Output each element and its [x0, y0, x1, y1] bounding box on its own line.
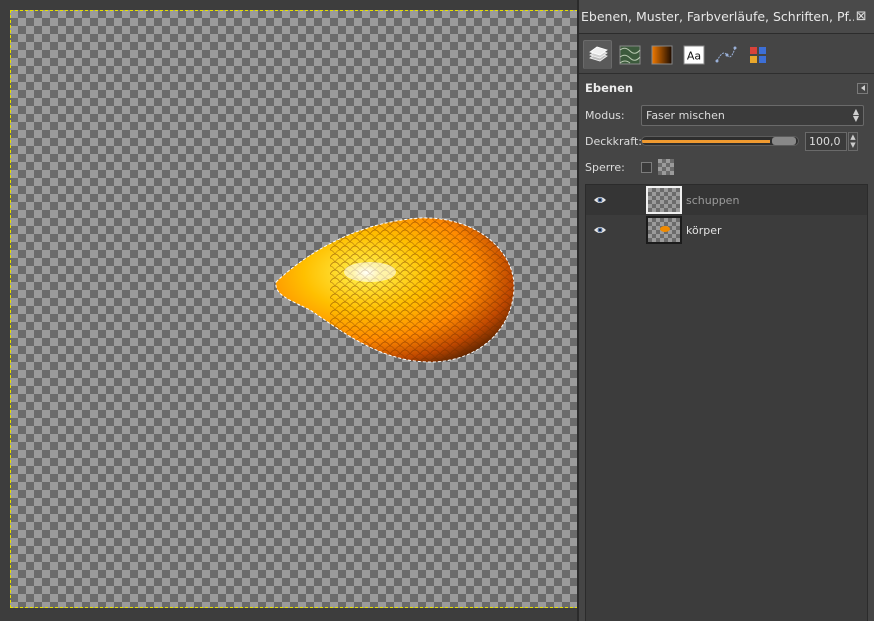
opacity-label: Deckkraft:	[585, 134, 642, 148]
dock-title: Ebenen, Muster, Farbverläufe, Schriften,…	[581, 9, 855, 24]
opacity-slider[interactable]	[641, 136, 799, 146]
gradient-icon	[651, 45, 672, 64]
panel-menu-icon[interactable]	[857, 82, 868, 94]
fish-drawing	[275, 217, 515, 363]
font-icon: Aa	[683, 45, 704, 64]
layer-thumbnail	[646, 216, 682, 244]
patterns-tab[interactable]	[615, 40, 644, 69]
mode-value: Faser mischen	[646, 108, 725, 122]
dock-title-bar[interactable]: Ebenen, Muster, Farbverläufe, Schriften,…	[579, 0, 874, 34]
fonts-tab[interactable]: Aa	[679, 40, 708, 69]
layer-name[interactable]: schuppen	[686, 194, 739, 207]
opacity-input[interactable]: 100,0	[805, 131, 847, 151]
layers-list[interactable]: schuppen körper	[585, 184, 868, 621]
font-tab-label: Aa	[686, 49, 700, 62]
pattern-icon	[619, 45, 640, 64]
dock-tab-strip: Aa	[579, 34, 874, 74]
colormap-tab[interactable]	[743, 40, 772, 69]
layers-tab[interactable]	[583, 40, 612, 69]
image-canvas-area[interactable]	[0, 0, 578, 621]
paths-icon	[715, 46, 736, 62]
mode-select[interactable]: Faser mischen ▲ ▼	[641, 104, 864, 126]
eye-icon[interactable]	[586, 195, 614, 205]
layers-icon	[588, 46, 608, 62]
opacity-spin-buttons[interactable]: ▲ ▼	[848, 131, 858, 151]
layers-dock: Ebenen, Muster, Farbverläufe, Schriften,…	[577, 0, 874, 621]
lock-label: Sperre:	[585, 160, 625, 174]
opacity-slider-fill	[642, 140, 770, 143]
panel-title: Ebenen	[585, 81, 634, 95]
paths-tab[interactable]	[711, 40, 740, 69]
layer-row[interactable]: körper	[586, 215, 867, 245]
layer-thumbnail	[646, 186, 682, 214]
mode-label: Modus:	[585, 108, 625, 122]
gradients-tab[interactable]	[647, 40, 676, 69]
close-icon[interactable]: ⊠	[854, 10, 868, 24]
opacity-value: 100,0	[809, 134, 841, 148]
eye-icon[interactable]	[586, 225, 614, 235]
layer-thumbnail-fish	[660, 226, 670, 232]
opacity-slider-thumb[interactable]	[772, 137, 796, 145]
layer-row[interactable]: schuppen	[586, 185, 867, 215]
layer-name[interactable]: körper	[686, 224, 722, 237]
lock-pixels-checkbox[interactable]	[641, 161, 652, 173]
lock-alpha-icon[interactable]	[658, 159, 674, 175]
layers-panel: Ebenen Modus: Faser mischen ▲ ▼ Deckkraft…	[579, 74, 874, 621]
chevron-updown-icon: ▲ ▼	[852, 106, 859, 123]
colormap-icon	[749, 46, 766, 63]
